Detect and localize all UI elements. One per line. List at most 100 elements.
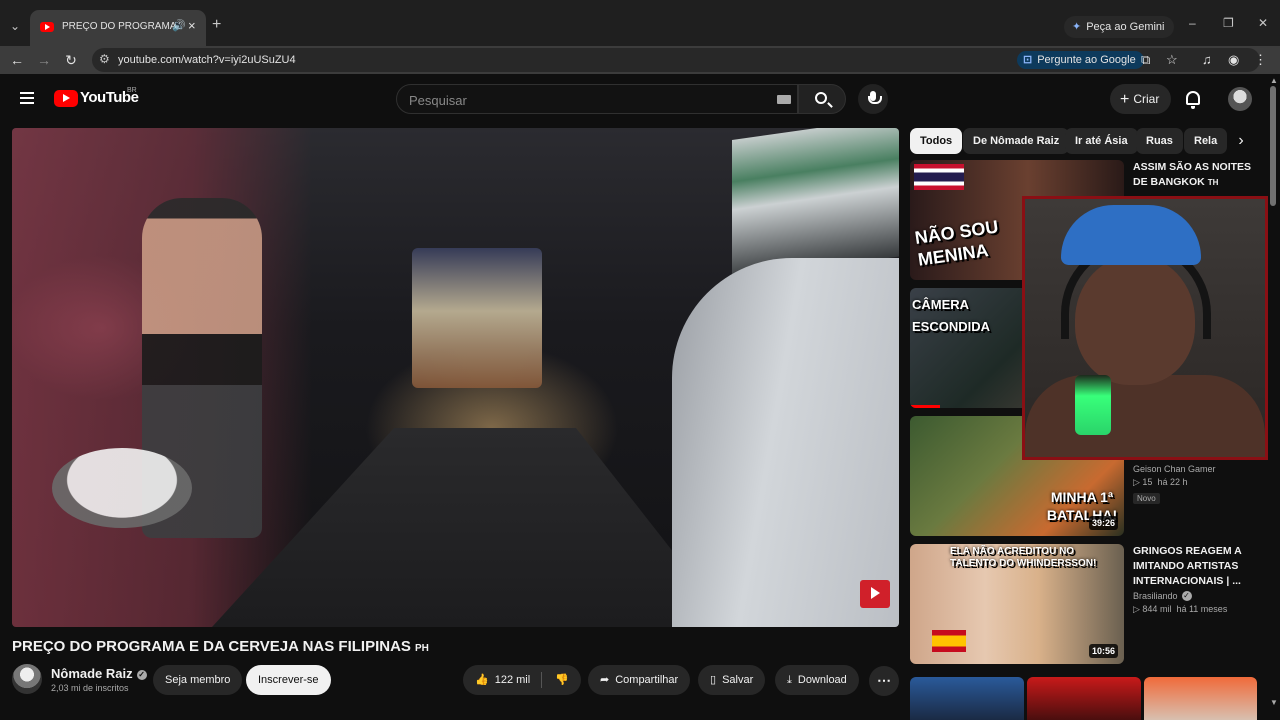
create-button[interactable]: + Criar [1110,84,1172,114]
menu-icon[interactable] [20,92,34,104]
close-window-icon[interactable]: ✕ [1258,16,1268,30]
chip-related[interactable]: Rela [1184,128,1228,154]
download-button[interactable]: ⤓ Download [775,665,859,695]
dislike-button[interactable]: 👎 [543,665,581,695]
youtube-logo-icon[interactable] [54,90,78,107]
recommendation-meta: ASSIM SÃO AS NOITES DE BANGKOK TH [1133,160,1255,190]
share-button[interactable]: ➦ Compartilhar [588,665,691,695]
browser-menu-icon[interactable]: ⋮ [1254,52,1267,68]
voice-search-button[interactable] [858,84,888,114]
tab-title: PREÇO DO PROGRAMA E DA CERVEJA NAS FILIP… [62,21,180,32]
recommendation-thumbnail-partial[interactable] [1144,677,1257,720]
browser-tab-active[interactable]: PREÇO DO PROGRAMA E DA CERVEJA NAS FILIP… [30,10,206,46]
subscribe-label: Inscrever-se [258,674,319,686]
filter-chips: Todos De Nômade Raiz Ir até Ásia Ruas Re… [910,128,1255,154]
recommendation-channel-text[interactable]: Brasiliando [1133,591,1178,601]
join-label: Seja membro [165,674,231,686]
save-button[interactable]: ▯ Salvar [698,665,766,695]
reload-icon[interactable]: ↻ [61,50,81,70]
url-text[interactable]: youtube.com/watch?v=iyi2uUSuZU4 [118,54,296,66]
channel-name[interactable]: Nômade Raiz ✓ [51,666,147,681]
recommendation-age: há 11 meses [1176,604,1228,614]
chip-asia[interactable]: Ir até Ásia [1065,128,1138,154]
channel-watermark-icon[interactable] [860,580,890,608]
recommendation-channel[interactable]: Geison Chan Gamer [1133,464,1255,474]
thumbnail-text-bottom: TALENTO DO WHINDERSSON! [950,558,1097,569]
restore-icon[interactable]: ❐ [1223,16,1234,30]
spain-flag-icon [932,630,966,652]
recommendation-channel[interactable]: Brasiliando ✓ [1133,591,1255,601]
notifications-bell-icon[interactable] [1186,91,1200,109]
streamer-webcam-overlay [1022,196,1268,460]
recommendation-title[interactable]: GRINGOS REAGEM A IMITANDO ARTISTAS INTER… [1133,544,1255,589]
browser-tabbar: ⌄ PREÇO DO PROGRAMA E DA CERVEJA NAS FIL… [0,0,1280,46]
recommendation-stats: ▷ 844 mil há 11 meses [1133,604,1228,614]
chip-channel[interactable]: De Nômade Raiz [963,128,1070,154]
plus-icon: + [1120,91,1130,108]
video-player[interactable] [12,128,899,627]
video-title-text: PREÇO DO PROGRAMA E DA CERVEJA NAS FILIP… [12,638,411,655]
google-lens-icon: ⊡ [1023,54,1033,66]
video-frame-bowl [52,448,192,528]
youtube-favicon-icon [40,22,54,32]
like-divider [541,672,542,688]
recommendation-thumbnail-partial[interactable] [1027,677,1141,720]
recommendation-title-text[interactable]: ASSIM SÃO AS NOITES DE BANGKOK [1133,161,1251,188]
account-avatar[interactable] [1228,87,1252,111]
chevron-right-icon[interactable]: › [1228,128,1254,154]
join-button[interactable]: Seja membro [153,665,243,695]
search-button[interactable] [798,84,846,114]
search-icon [815,92,827,104]
speaker-icon[interactable]: 🔊 [172,19,186,32]
rgb-lamp-icon [1075,375,1111,435]
ask-google-button[interactable]: ⊡ Pergunte ao Google [1017,51,1144,69]
verified-icon: ✓ [1181,591,1192,601]
address-bar[interactable]: ⚙ youtube.com/watch?v=iyi2uUSuZU4 ⊡ Pergu… [92,48,1267,72]
back-icon[interactable]: ← [7,50,27,70]
thumbnail-text-top: ELA NÃO ACREDITOU NO [950,546,1075,557]
site-info-icon[interactable]: ⚙ [99,52,110,66]
thailand-flag-icon [914,164,964,190]
profile-icon[interactable]: ◉ [1228,52,1239,68]
download-label: Download [797,674,847,686]
more-actions-icon[interactable]: ⋯ [869,666,899,696]
scroll-up-icon[interactable]: ▲ [1270,76,1278,85]
recommendation-thumbnail[interactable]: ELA NÃO ACREDITOU NO TALENTO DO WHINDERS… [910,544,1124,664]
subscribe-button[interactable]: Inscrever-se [246,665,331,695]
like-button[interactable]: 👍 122 mil [463,665,543,695]
subscriber-count: 2,03 mi de inscritos [51,683,129,693]
chip-all[interactable]: Todos [910,128,963,154]
search-input[interactable] [409,91,749,109]
share-label: Compartilhar [615,674,679,686]
new-tab-icon[interactable]: + [212,16,221,34]
close-tab-icon[interactable]: × [188,18,196,33]
install-app-icon[interactable]: ⧉ [1141,52,1150,68]
keyboard-icon[interactable] [777,95,791,104]
forward-icon[interactable]: → [34,50,54,70]
recommendation-title[interactable]: ASSIM SÃO AS NOITES DE BANGKOK TH [1133,160,1255,190]
recommendation-title-flag: TH [1207,178,1219,187]
scroll-down-icon[interactable]: ▼ [1270,698,1278,707]
gemini-sparkle-icon: ✦ [1072,21,1082,33]
webcam-body [1025,375,1265,457]
cap-icon [1061,205,1201,265]
share-icon: ➦ [600,674,610,686]
progress-bar [910,405,940,408]
video-duration: 10:56 [1088,644,1118,658]
video-title: PREÇO DO PROGRAMA E DA CERVEJA NAS FILIP… [12,638,429,655]
gemini-button[interactable]: ✦ Peça ao Gemini [1064,16,1175,38]
channel-name-text[interactable]: Nômade Raiz [51,666,133,681]
recommendation-views: 844 mil [1142,604,1172,614]
bookmark-icon: ▯ [710,674,717,686]
minimize-icon[interactable]: – [1189,16,1196,30]
chip-streets[interactable]: Ruas [1136,128,1183,154]
recommendation-item[interactable]: ELA NÃO ACREDITOU NO TALENTO DO WHINDERS… [910,544,1255,664]
recommendation-thumbnail-partial[interactable] [910,677,1024,720]
media-controls-icon[interactable]: ♫ [1202,52,1212,67]
channel-avatar[interactable] [12,664,42,694]
page-scrollbar[interactable] [1270,86,1276,206]
search-box [396,84,798,114]
bookmark-star-icon[interactable]: ☆ [1166,52,1178,68]
browser-toolbar: ← → ↻ ⚙ youtube.com/watch?v=iyi2uUSuZU4 … [0,46,1280,74]
tab-search-icon[interactable]: ⌄ [6,17,24,35]
